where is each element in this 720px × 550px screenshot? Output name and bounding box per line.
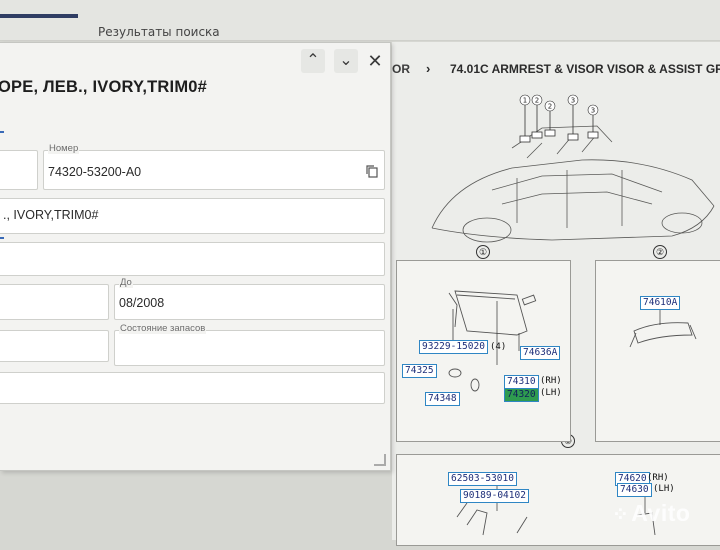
search-results-tab[interactable]: Результаты поиска	[98, 25, 220, 39]
number-field-label: Номер	[48, 143, 80, 154]
part-side: (LH)	[540, 388, 562, 398]
svg-text:2: 2	[548, 103, 552, 111]
chevron-right-icon: ›	[426, 62, 431, 76]
empty-field[interactable]	[0, 242, 385, 276]
number-field-value: 74320-53200-A0	[48, 165, 142, 179]
part-qty: (4)	[490, 342, 507, 352]
part-label-highlighted[interactable]: 74320	[504, 388, 539, 402]
part-details-modal: ОРЕ, ЛЕВ., IVORY,TRIM0# ⌃ ⌄ ✕ Номер 7432…	[0, 42, 391, 471]
svg-text:1: 1	[523, 97, 527, 105]
number-field[interactable]: Номер 74320-53200-A0	[43, 143, 385, 190]
next-item-button[interactable]: ⌄	[334, 49, 358, 73]
part-label[interactable]: 74348	[425, 392, 460, 406]
breadcrumb-current: 74.01C ARMREST & VISOR VISOR & ASSIST GR…	[450, 62, 720, 76]
avito-watermark: ⁘Avito	[612, 500, 690, 527]
description-field[interactable]: ., IVORY,TRIM0#	[0, 198, 385, 234]
stock-status-field[interactable]: Состояние запасов	[114, 323, 385, 366]
subdiagram-2-callout: ②	[653, 245, 667, 259]
top-bar: Результаты поиска	[0, 0, 720, 41]
breadcrumb: OR › 74.01C ARMREST & VISOR VISOR & ASSI…	[392, 62, 720, 82]
part-side: (RH)	[540, 376, 562, 386]
part-label[interactable]: 74630	[617, 483, 652, 497]
resize-handle[interactable]	[374, 454, 386, 466]
subdiagram-1-callout: ①	[476, 245, 490, 259]
copy-icon[interactable]	[365, 164, 379, 178]
date-to-label: До	[119, 277, 133, 288]
watermark-text: Avito	[631, 500, 691, 526]
top-accent-bar	[0, 14, 78, 18]
subdiagram-assist-grip	[595, 260, 720, 442]
modal-title: ОРЕ, ЛЕВ., IVORY,TRIM0#	[0, 78, 208, 96]
part-label[interactable]: 93229-15020	[419, 340, 488, 354]
section-marker	[0, 131, 4, 133]
left-field-stub	[0, 150, 38, 190]
breadcrumb-prev[interactable]: OR	[392, 62, 410, 76]
section-marker	[0, 237, 4, 239]
stock-status-label: Состояние запасов	[119, 323, 207, 334]
part-label[interactable]: 74636A	[520, 346, 561, 360]
part-label[interactable]: 62503-53010	[448, 472, 517, 486]
part-side: (LH)	[653, 484, 675, 494]
previous-item-button[interactable]: ⌃	[301, 49, 325, 73]
svg-text:3: 3	[571, 97, 575, 105]
part-label[interactable]: 74610A	[640, 296, 681, 310]
close-button[interactable]: ✕	[363, 49, 387, 73]
left-field[interactable]	[0, 330, 109, 362]
avito-logo-icon: ⁘	[612, 504, 630, 526]
parts-diagram-panel: OR › 74.01C ARMREST & VISOR VISOR & ASSI…	[392, 42, 720, 546]
part-label[interactable]: 90189-04102	[460, 489, 529, 503]
svg-text:2: 2	[535, 97, 539, 105]
part-label[interactable]: 74310	[504, 375, 539, 389]
assist-grip-illustration	[629, 303, 697, 348]
bottom-field[interactable]	[0, 372, 385, 404]
date-to-value: 08/2008	[119, 296, 165, 310]
svg-text:3: 3	[591, 107, 595, 115]
part-label[interactable]: 74325	[402, 364, 437, 378]
description-field-value: ., IVORY,TRIM0#	[3, 208, 99, 222]
date-to-field[interactable]: До 08/2008	[114, 277, 385, 320]
date-from-field[interactable]	[0, 284, 109, 320]
part-side: (RH)	[647, 473, 669, 483]
car-interior-illustration: 1 2 2 3 3	[431, 94, 715, 243]
